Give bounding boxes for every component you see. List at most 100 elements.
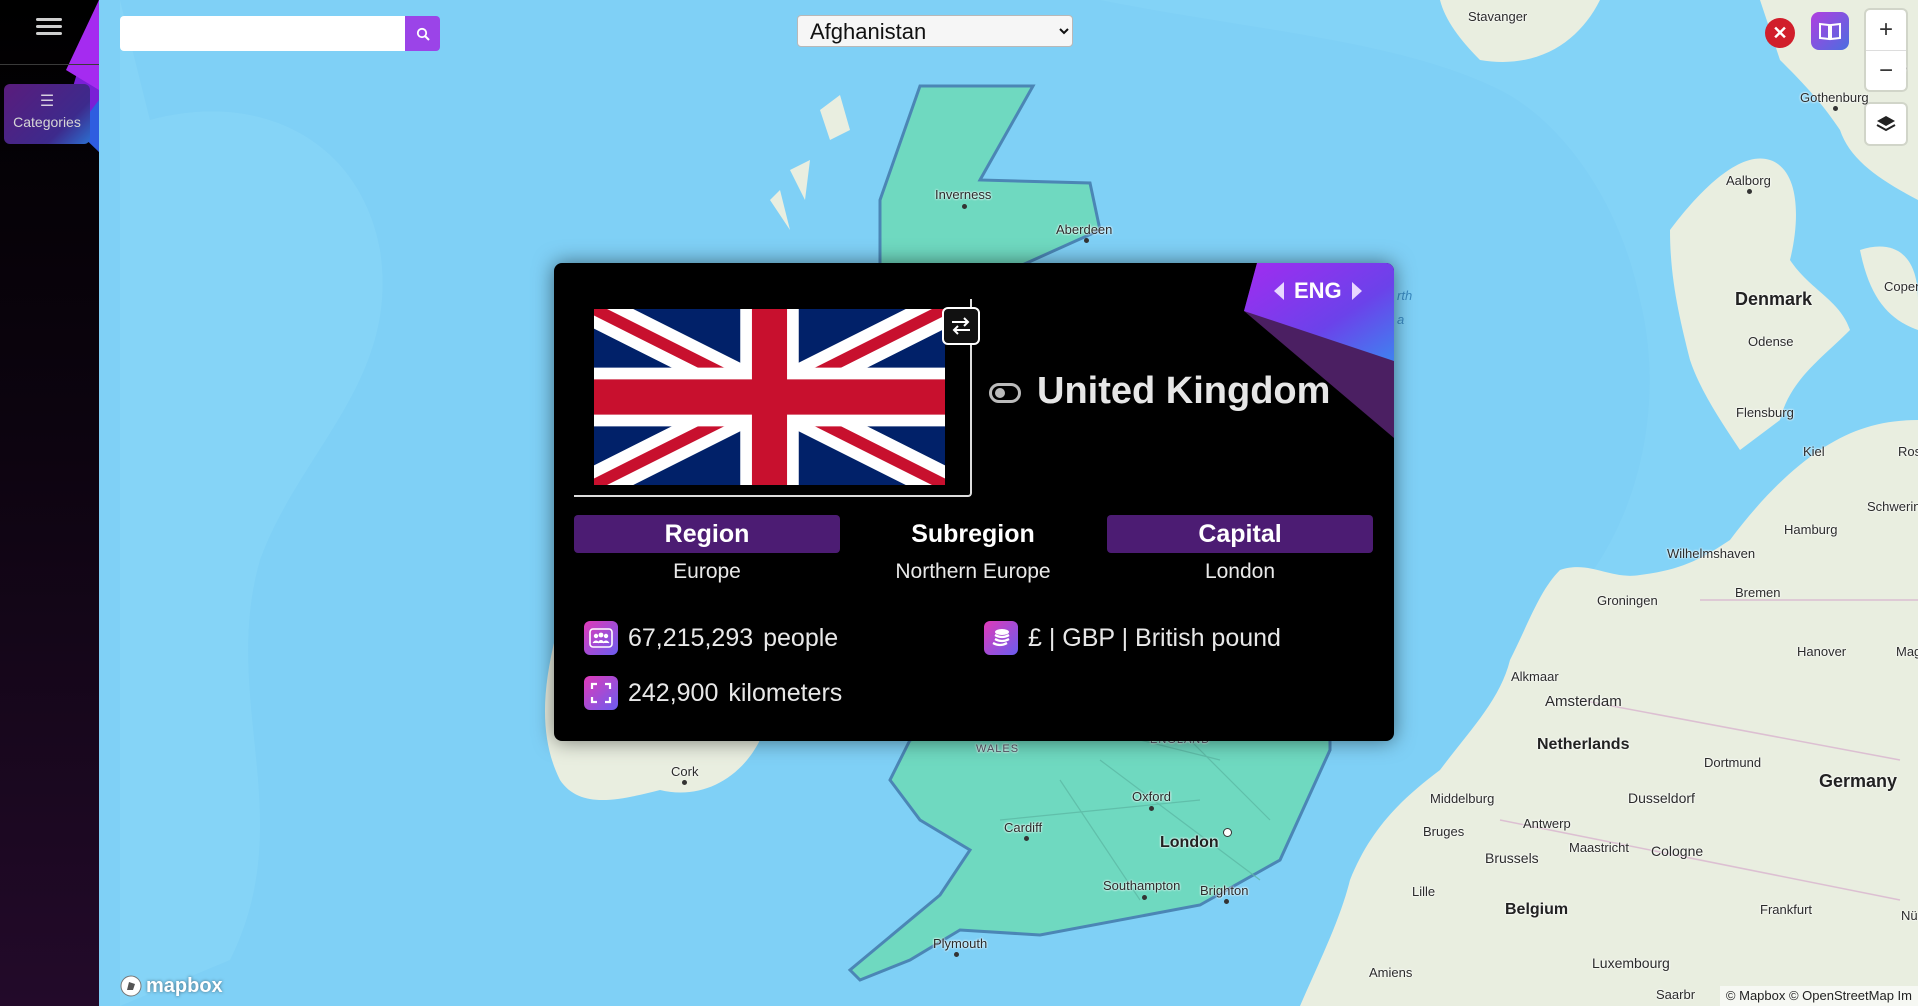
map-label-north-sea-1: rth [1397,288,1413,303]
sidebar: ☰ Categories [0,0,99,1006]
book-open-icon [1819,22,1841,41]
favorite-toggle[interactable] [989,383,1021,403]
menu-icon-bar [36,18,62,21]
map-label-netherlands: Netherlands [1537,736,1630,753]
map-label-maastricht: Maastricht [1569,840,1629,855]
swap-flag-button[interactable] [942,307,980,345]
map-label-belgium: Belgium [1505,901,1569,918]
plus-icon: + [1878,16,1893,43]
map-label-brighton: Brighton [1200,883,1249,898]
language-switcher: ENG [1274,278,1362,304]
map-label-brussels: Brussels [1485,850,1539,866]
map-label-alkmaar: Alkmaar [1511,669,1559,684]
language-next-arrow-icon[interactable] [1351,282,1362,300]
map-label-cologne: Cologne [1651,843,1704,859]
layers-button[interactable] [1866,104,1906,144]
map-city-dot [1747,189,1752,194]
map-label-southampton: Southampton [1103,878,1181,893]
map-label-dortmund: Dortmund [1704,755,1762,770]
map-label-schwerin: Schwerin [1867,499,1918,514]
map-label-flensburg: Flensburg [1736,405,1794,420]
zoom-in-button[interactable]: + [1866,10,1906,50]
map-city-dot [1149,806,1154,811]
map-label-nu: Nü [1901,908,1918,923]
mapbox-icon [120,975,142,997]
capital-value: London [1204,560,1276,583]
population-stat: 67,215,293 people [584,621,838,655]
categories-label: Categories [13,114,81,130]
map-city-dot [1833,106,1838,111]
map-label-amiens: Amiens [1369,965,1413,980]
map-city-dot [962,204,967,209]
map-label-groningen: Groningen [1597,593,1658,608]
map-city-dot [1084,238,1089,243]
menu-icon-bar [36,25,62,28]
region-value: Europe [673,560,741,583]
map-attribution[interactable]: © Mapbox © OpenStreetMap Im [1719,986,1918,1006]
list-icon: ☰ [39,93,55,110]
map-label-london: London [1160,834,1219,851]
search-bar [120,16,440,51]
map-label-germany: Germany [1819,771,1898,791]
map-label-wilhelmshaven: Wilhelmshaven [1667,546,1756,561]
map-label-ros: Ros [1898,444,1918,459]
map-label-copenhagen: Copenh [1884,279,1918,294]
map-label-dusseldorf: Dusseldorf [1628,790,1695,806]
subregion-value: Northern Europe [895,560,1051,583]
map-label-lille: Lille [1412,884,1436,899]
mapbox-logo[interactable]: mapbox [120,973,223,999]
toggle-knob [995,388,1005,398]
close-button[interactable]: ✕ [1765,18,1795,48]
map-label-denmark: Denmark [1735,289,1813,309]
close-icon: ✕ [1772,22,1788,43]
zoom-out-button[interactable]: − [1866,51,1906,91]
language-prev-arrow-icon[interactable] [1274,282,1284,300]
map-capital-dot [1223,828,1232,837]
map-label-gothenburg: Gothenburg [1800,90,1869,105]
people-icon [584,621,618,655]
map-label-plymouth: Plymouth [933,936,988,951]
country-select[interactable]: Afghanistan [797,15,1073,47]
language-label: ENG [1294,278,1342,303]
country-card: ENG United Kingdom Region Europe Subregi… [554,263,1394,741]
map-label-odense: Odense [1748,334,1794,349]
menu-icon-bar [36,32,62,35]
map-label-aberdeen: Aberdeen [1056,222,1113,237]
capital-header: Capital [1107,515,1373,553]
map-label-saarbr: Saarbr [1656,987,1696,1002]
map-label-inverness: Inverness [935,187,992,202]
map-label-amsterdam: Amsterdam [1545,693,1622,710]
map-label-middelburg: Middelburg [1430,791,1495,806]
layers-icon [1876,116,1896,132]
area-stat: 242,900 kilometers [584,676,842,710]
map-label-stavanger: Stavanger [1468,9,1528,24]
zoom-control: + − [1866,10,1906,90]
swap-arrows-icon [952,317,970,335]
map-label-bruges: Bruges [1423,824,1465,839]
menu-button[interactable] [36,14,62,38]
map-label-kiel: Kiel [1803,444,1825,459]
search-button[interactable] [405,16,440,51]
map-city-dot [954,952,959,957]
subregion-header: Subregion [911,520,1035,548]
coins-icon [984,621,1018,655]
map-label-antwerp: Antwerp [1523,816,1571,831]
map-label-cardiff: Cardiff [1004,820,1043,835]
sidebar-divider [0,64,99,65]
categories-button[interactable]: ☰ Categories [4,84,90,144]
map-label-luxembourg: Luxembourg [1592,955,1670,971]
map-city-dot [1142,895,1147,900]
book-button[interactable] [1811,12,1849,50]
subregion-column: Subregion Northern Europe [840,515,1106,584]
capital-column: Capital London [1107,515,1373,584]
search-input[interactable] [120,16,405,51]
map-city-dot [682,780,687,785]
population-unit: people [763,623,839,652]
country-info-grid: Region Europe Subregion Northern Europe … [574,515,1374,595]
map-label-hanover: Hanover [1797,644,1847,659]
area-value: 242,900 [628,678,719,707]
minus-icon: − [1878,57,1893,84]
map-label-hamburg: Hamburg [1784,522,1838,537]
map-label-bremen: Bremen [1735,585,1781,600]
map-label-oxford: Oxford [1132,789,1172,804]
